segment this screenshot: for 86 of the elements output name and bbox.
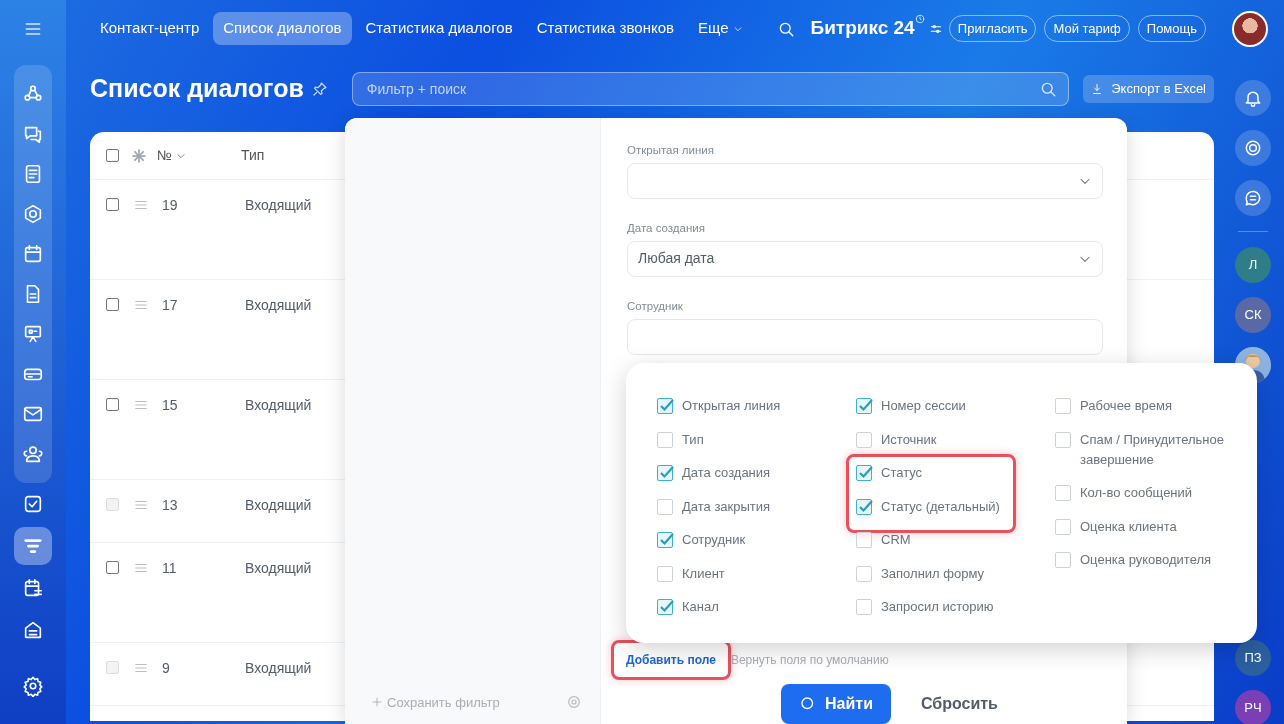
field-option[interactable]: Заполнил форму [881,563,985,584]
drag-handle-icon[interactable] [133,198,149,212]
table-cell-text: 11 [162,559,178,578]
building-icon [22,619,44,641]
field-option[interactable]: Источник [881,429,937,450]
bell-button[interactable] [1235,80,1271,116]
contact-avatar[interactable]: ПЗ [1235,640,1271,676]
nav-tab[interactable]: Статистика звонков [526,12,684,45]
select-field[interactable] [627,163,1103,199]
table-cell-text: Входящий [245,659,312,678]
sidebar-item[interactable] [14,527,52,565]
reset-button[interactable]: Сбросить [914,691,1004,717]
field-option[interactable]: Открытая линия [682,396,781,416]
export-button[interactable]: Экспорт в Excel [1083,75,1214,103]
plus-icon [371,696,383,709]
avatar[interactable] [1232,10,1268,47]
download-icon [1091,83,1104,95]
drag-handle-icon[interactable] [133,561,149,575]
field-option[interactable]: Кол-во сообщений [1080,483,1193,503]
checkbox[interactable] [657,532,673,548]
field-label: Сотрудник [627,298,684,314]
chat-button[interactable] [1235,180,1271,216]
table-cell-text: 19 [162,196,179,215]
contact-avatar[interactable]: РЧ [1235,690,1271,724]
checkbox[interactable] [856,398,872,414]
pin-icon[interactable] [311,81,328,97]
column-header[interactable]: № [157,145,241,166]
field-option[interactable]: Дата закрытия [682,496,771,517]
table-cell-text: Входящий [245,396,312,415]
nav-tab[interactable]: Контакт-центр [90,12,210,45]
field-label: Дата создания [627,220,706,236]
field-option[interactable]: Дата создания [682,463,771,483]
checkbox[interactable] [856,498,872,515]
table-cell-text: 13 [162,496,179,515]
logo[interactable]: Битрикс 24 [810,14,925,43]
field-option[interactable]: Оценка клиента [1080,516,1177,537]
checkbox[interactable] [106,398,119,411]
field-option[interactable]: Сотрудник [682,530,746,550]
table-cell-text: 9 [162,659,171,678]
calendar-icon [22,243,44,265]
drag-handle-icon[interactable] [133,398,149,412]
page-title: Список диалогов [90,73,304,105]
field-option[interactable]: Канал [682,597,719,617]
nav-tab[interactable]: Список диалогов [213,12,352,45]
select-field[interactable]: Любая дата [627,241,1103,277]
field-option[interactable]: Спам / Принудительное завершение [1080,429,1254,470]
clock-icon [914,14,925,25]
chat-icon [1243,188,1263,208]
checkbox[interactable] [856,465,872,481]
checkbox[interactable] [106,561,119,574]
checkbox[interactable] [657,398,673,414]
find-button[interactable]: Найти [781,684,891,724]
table-cell-text: Входящий [245,496,312,515]
hexagon-icon [22,203,44,225]
drag-handle-icon[interactable] [133,298,149,312]
checkbox[interactable] [657,465,673,481]
checkbox[interactable] [106,298,119,311]
nav-tab[interactable]: Статистика диалогов [355,12,523,45]
table-cell-text: Входящий [245,196,312,215]
table-cell-text: 17 [162,296,179,315]
field-option[interactable]: Тип [682,429,704,450]
checkbox-icon [22,493,44,515]
field-option[interactable]: Номер сессии [881,396,966,416]
column-header[interactable]: Тип [241,145,265,166]
field-option[interactable]: Запросил историю [881,597,994,617]
field-label: Открытая линия [627,143,715,158]
presentation-icon [22,323,44,345]
field-option[interactable]: Статус (детальный) [881,496,1000,517]
table-cell-text: Входящий [245,559,312,578]
field-option[interactable]: CRM [881,530,911,550]
table-cell-text: 15 [162,396,179,415]
more-menu[interactable]: Еще [687,12,753,45]
table-cell-text: Входящий [245,296,312,315]
input-field[interactable] [627,319,1103,355]
contact-avatar[interactable]: Л [1235,247,1271,283]
checkbox[interactable] [657,599,673,615]
checkbox[interactable] [106,198,119,211]
field-option[interactable]: Оценка руководителя [1080,550,1212,570]
contact-avatar[interactable]: СК [1235,297,1271,333]
checkbox[interactable] [106,149,119,162]
spiral-button[interactable] [1235,130,1271,166]
field-option[interactable]: Клиент [682,563,725,584]
field-option[interactable]: Рабочее время [1080,396,1173,416]
field-option[interactable]: Статус [881,463,923,483]
schedule-icon [22,577,44,599]
people-icon [22,443,44,465]
